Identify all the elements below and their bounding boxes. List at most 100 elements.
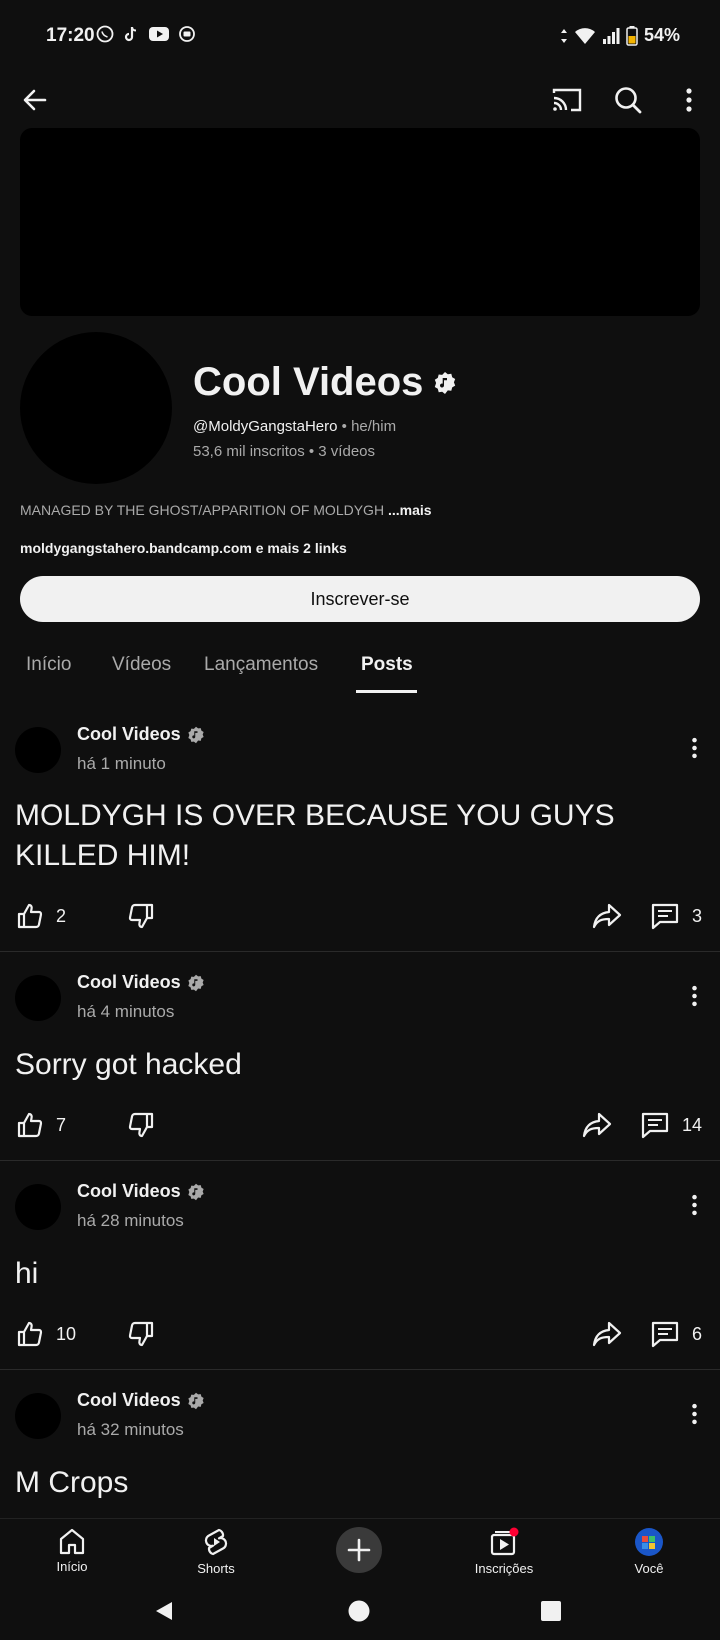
tab-lancamentos[interactable]: Lançamentos (204, 654, 318, 676)
nav-home[interactable]: Início (27, 1527, 117, 1574)
verified-music-icon (188, 1183, 204, 1200)
post-author-avatar[interactable] (15, 1184, 61, 1230)
comment-icon (651, 903, 679, 930)
more-options-button[interactable] (667, 78, 711, 122)
like-count: 2 (56, 905, 67, 926)
post-more-button[interactable] (676, 1394, 712, 1434)
status-time: 17:20 (46, 25, 95, 46)
nav-you-label: Você (634, 1561, 664, 1576)
channel-description[interactable]: MANAGED BY THE GHOST/APPARITION OF MOLDY… (20, 502, 432, 518)
post-author-name: Cool Videos (77, 1390, 181, 1410)
post-author-avatar[interactable] (15, 727, 61, 773)
channel-name-text: Cool Videos (193, 360, 424, 404)
share-button[interactable] (582, 1105, 612, 1145)
post-author[interactable]: Cool Videos (77, 972, 205, 993)
tab-inicio[interactable]: Início (26, 654, 71, 676)
system-recents-icon[interactable] (541, 1601, 561, 1621)
post-more-button[interactable] (676, 1185, 712, 1225)
vertical-dots-icon (691, 1403, 697, 1425)
tab-videos[interactable]: Vídeos (112, 654, 171, 676)
verified-music-icon (435, 371, 456, 394)
description-text: MANAGED BY THE GHOST/APPARITION OF MOLDY… (20, 502, 385, 518)
back-button[interactable] (13, 78, 57, 122)
nav-home-label: Início (56, 1559, 88, 1574)
channel-links[interactable]: moldygangstahero.bandcamp.com e mais 2 l… (20, 540, 347, 556)
dislike-button[interactable] (127, 1105, 155, 1145)
more-link[interactable]: ...mais (388, 502, 432, 518)
nav-you[interactable]: Você (604, 1527, 694, 1576)
post-author[interactable]: Cool Videos (77, 724, 205, 745)
verified-music-icon (188, 974, 204, 991)
nav-shorts[interactable]: Shorts (171, 1527, 261, 1576)
cast-button[interactable] (545, 78, 589, 122)
subscribe-button[interactable]: Inscrever-se (20, 576, 700, 622)
signal-icon (602, 27, 620, 44)
post-author[interactable]: Cool Videos (77, 1390, 205, 1411)
account-avatar-icon (635, 1528, 663, 1556)
post-author[interactable]: Cool Videos (77, 1181, 205, 1202)
channel-handle: @MoldyGangstaHero (193, 418, 338, 435)
post-more-button[interactable] (676, 728, 712, 768)
top-bar (0, 72, 720, 128)
post-time: há 32 minutos (77, 1420, 184, 1439)
thumbs-up-icon (17, 1112, 43, 1138)
channel-stats: 53,6 mil inscritos • 3 vídeos (193, 443, 375, 460)
thumbs-down-icon (128, 1321, 154, 1347)
post-author-avatar[interactable] (15, 1393, 61, 1439)
tab-posts[interactable]: Posts (361, 654, 413, 676)
comments-button[interactable]: 6 (650, 1314, 702, 1354)
system-home-icon[interactable] (348, 1600, 370, 1622)
thumbs-up-icon (17, 1321, 43, 1347)
comments-button[interactable]: 14 (640, 1105, 702, 1145)
post-text: MOLDYGH IS OVER BECAUSE YOU GUYS KILLED … (15, 799, 615, 872)
dislike-button[interactable] (127, 896, 155, 936)
comment-count: 14 (682, 1114, 703, 1135)
tiktok-icon (124, 26, 137, 42)
comments-button[interactable]: 3 (650, 896, 702, 936)
post-card: Cool Videos há 4 minutos Sorry got hacke… (0, 952, 720, 1161)
post-actions: 10 6 (0, 1314, 720, 1354)
channel-pronouns: he/him (351, 418, 397, 435)
channel-name: Cool Videos (193, 360, 457, 405)
vertical-dots-icon (686, 88, 692, 112)
post-author-avatar[interactable] (15, 975, 61, 1021)
bottom-navigation: Início Shorts Inscrições Você (0, 1518, 720, 1580)
share-button[interactable] (592, 1314, 622, 1354)
shorts-icon (204, 1528, 228, 1556)
thumbs-up-icon (17, 903, 43, 929)
share-button[interactable] (592, 896, 622, 936)
like-count: 10 (56, 1323, 77, 1344)
create-button[interactable] (336, 1527, 382, 1573)
comment-icon (641, 1112, 669, 1139)
post-text: Sorry got hacked (15, 1048, 242, 1081)
like-button[interactable]: 7 (16, 1105, 66, 1145)
verified-music-icon (188, 726, 204, 743)
channel-avatar[interactable] (20, 332, 172, 484)
search-button[interactable] (606, 78, 650, 122)
status-right: 54% (560, 25, 680, 46)
data-arrows-icon (560, 28, 567, 43)
post-time: há 4 minutos (77, 1002, 175, 1021)
share-arrow-icon (592, 1321, 622, 1347)
channel-tabs: Início Vídeos Lançamentos Posts (0, 640, 720, 694)
thumbs-down-icon (128, 903, 154, 929)
youtube-icon (149, 27, 169, 41)
post-author-name: Cool Videos (77, 1181, 181, 1201)
battery-icon (626, 25, 638, 46)
like-button[interactable]: 2 (16, 896, 66, 936)
post-card: Cool Videos há 1 minuto MOLDYGH IS OVER … (0, 700, 720, 952)
dislike-button[interactable] (127, 1314, 155, 1354)
post-time: há 1 minuto (77, 754, 166, 773)
post-author-name: Cool Videos (77, 724, 181, 744)
post-more-button[interactable] (676, 976, 712, 1016)
system-back-icon[interactable] (154, 1600, 176, 1622)
post-text: M Crops (15, 1466, 129, 1499)
like-button[interactable]: 10 (16, 1314, 76, 1354)
separator-dot: • (308, 443, 319, 460)
nav-subscriptions[interactable]: Inscrições (459, 1527, 549, 1576)
post-actions: 7 14 (0, 1105, 720, 1145)
status-bar: 17:20 54% (0, 0, 720, 72)
post-card: Cool Videos há 28 minutos hi 10 6 (0, 1161, 720, 1370)
vertical-dots-icon (691, 737, 697, 759)
verified-music-icon (188, 1392, 204, 1409)
